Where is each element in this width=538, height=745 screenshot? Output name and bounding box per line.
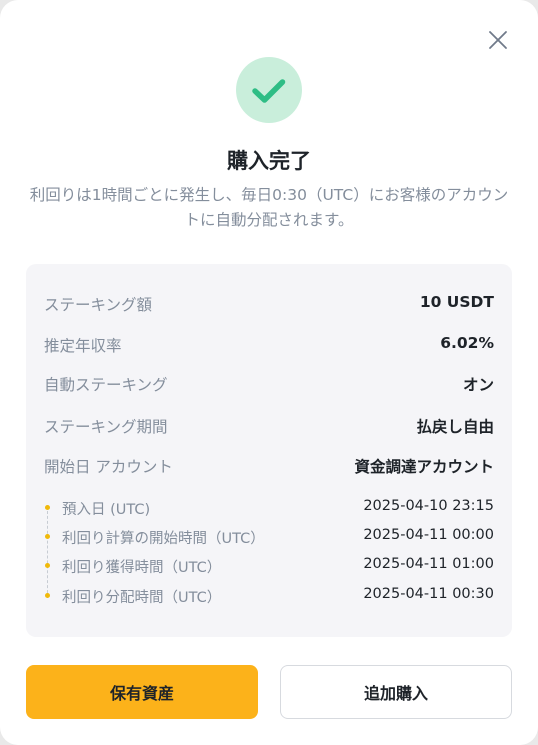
detail-label: ステーキング期間 [44, 418, 168, 436]
detail-label: ステーキング額 [44, 296, 153, 314]
buy-more-button[interactable]: 追加購入 [280, 665, 512, 719]
close-icon[interactable] [486, 28, 510, 52]
holdings-button[interactable]: 保有資産 [26, 665, 258, 719]
detail-label: 開始日 アカウント [44, 458, 173, 476]
detail-row-estimated-apr: 推定年収率 6.02% [44, 334, 494, 358]
detail-row-staking-period: ステーキング期間 払戻し自由 [44, 415, 494, 439]
detail-row-staking-amount: ステーキング額 10 USDT [44, 293, 494, 317]
detail-value: 払戻し自由 [416, 418, 494, 436]
detail-label: 推定年収率 [44, 337, 122, 355]
check-circle-icon [236, 57, 302, 123]
timeline-dot [45, 534, 50, 539]
timeline-item: 利回り分配時間（UTC） 2025-04-11 00:30 [40, 586, 494, 608]
details-panel: ステーキング額 10 USDT 推定年収率 6.02% 自動ステーキング オン … [26, 264, 512, 637]
timeline-item: 預入日 (UTC) 2025-04-10 23:15 [40, 498, 494, 520]
timeline-value: 2025-04-11 00:00 [363, 527, 494, 543]
timeline-dot [45, 505, 50, 510]
detail-value: 6.02% [440, 334, 494, 352]
timeline-item: 利回り計算の開始時間（UTC） 2025-04-11 00:00 [40, 527, 494, 549]
timeline-label: 預入日 (UTC) [62, 502, 151, 518]
timeline-dot [45, 563, 50, 568]
detail-label: 自動ステーキング [44, 376, 168, 394]
dialog-message: 利回りは1時間ごとに発生し、毎日0:30（UTC）にお客様のアカウントに自動分配… [29, 186, 509, 229]
timeline-item: 利回り獲得時間（UTC） 2025-04-11 01:00 [40, 556, 494, 578]
timeline-label: 利回り分配時間（UTC） [62, 590, 222, 606]
timeline-value: 2025-04-11 01:00 [363, 556, 494, 572]
timeline-label: 利回り計算の開始時間（UTC） [62, 531, 265, 547]
detail-row-auto-staking: 自動ステーキング オン [44, 373, 494, 397]
detail-value: 資金調達アカウント [354, 458, 494, 476]
detail-row-source-account: 開始日 アカウント 資金調達アカウント [44, 455, 494, 479]
timeline-label: 利回り獲得時間（UTC） [62, 560, 222, 576]
timeline: 預入日 (UTC) 2025-04-10 23:15 利回り計算の開始時間（UT… [40, 494, 494, 606]
timeline-value: 2025-04-11 00:30 [363, 586, 494, 602]
detail-value: 10 USDT [419, 293, 494, 311]
purchase-complete-dialog: 購入完了 利回りは1時間ごとに発生し、毎日0:30（UTC）にお客様のアカウント… [0, 0, 538, 745]
dialog-title: 購入完了 [227, 149, 311, 173]
detail-value: オン [462, 376, 494, 394]
timeline-value: 2025-04-10 23:15 [363, 498, 494, 514]
timeline-dot [45, 593, 50, 598]
